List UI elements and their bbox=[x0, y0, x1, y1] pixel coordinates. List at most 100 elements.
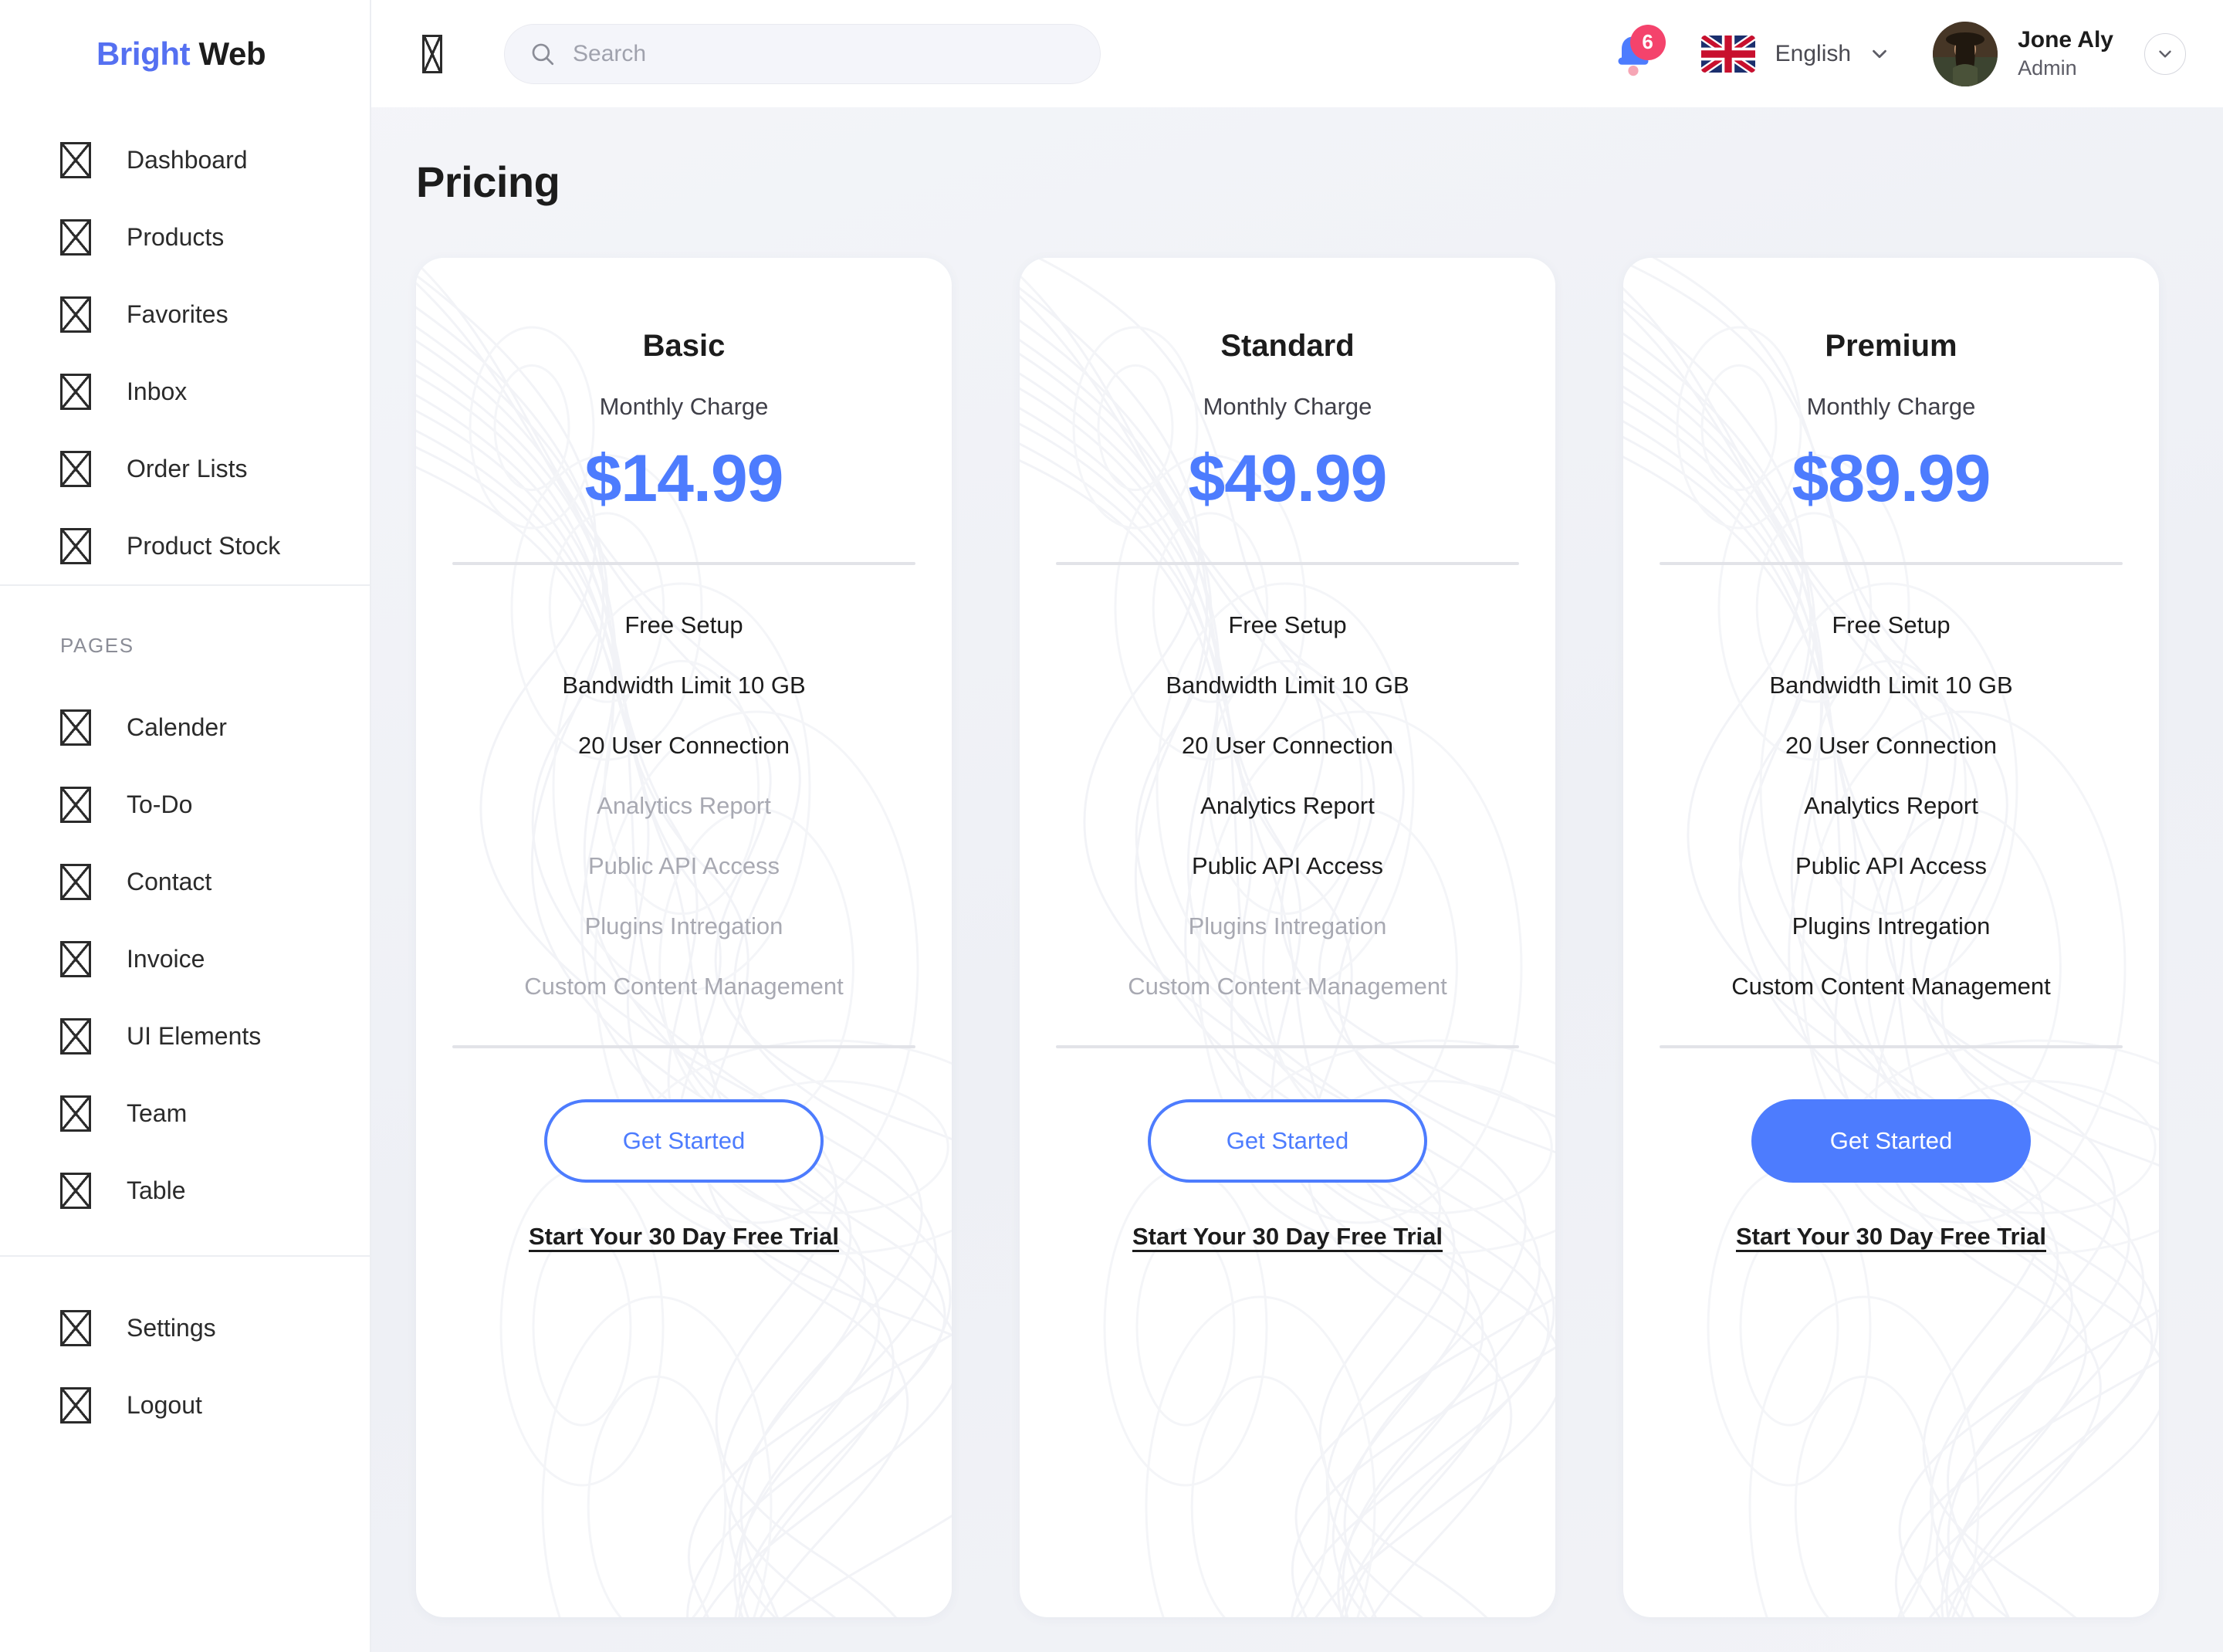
card-divider-top bbox=[452, 562, 915, 565]
get-started-button[interactable]: Get Started bbox=[1751, 1099, 2031, 1183]
free-trial-link[interactable]: Start Your 30 Day Free Trial bbox=[529, 1223, 839, 1251]
missing-glyph-icon bbox=[60, 450, 91, 487]
menu-toggle-icon[interactable] bbox=[422, 34, 442, 73]
sidebar-item-inbox[interactable]: Inbox bbox=[0, 353, 370, 430]
missing-glyph-icon bbox=[60, 786, 91, 823]
plan-feature: Plugins Intregation bbox=[584, 912, 783, 939]
sidebar-item-product-stock[interactable]: Product Stock bbox=[0, 507, 370, 584]
plan-feature: Bandwidth Limit 10 GB bbox=[562, 672, 806, 699]
app-root: Bright Web Dashboard Products Favorites Inb… bbox=[0, 0, 2223, 1652]
sidebar-item-to-do[interactable]: To-Do bbox=[0, 766, 370, 843]
sidebar-pages-nav: Calender To-Do Contact Invoice UI Elements Te… bbox=[0, 689, 370, 1229]
user-role: Admin bbox=[2018, 56, 2077, 80]
plan-price: $49.99 bbox=[1188, 442, 1387, 516]
sidebar-item-order-lists[interactable]: Order Lists bbox=[0, 430, 370, 507]
sidebar-item-label: To-Do bbox=[127, 790, 193, 818]
sidebar: Bright Web Dashboard Products Favorites Inb… bbox=[0, 0, 371, 1652]
uk-flag-icon[interactable] bbox=[1700, 35, 1755, 73]
sidebar-item-label: Inbox bbox=[127, 377, 188, 405]
page-title: Pricing bbox=[416, 157, 560, 206]
plan-feature-list: Free Setup Bandwidth Limit 10 GB 20 User C… bbox=[1020, 602, 1555, 1000]
pricing-cards: Basic Monthly Charge $14.99 Free Setup Ba… bbox=[416, 258, 2223, 1617]
pricing-card-standard: Standard Monthly Charge $49.99 Free Setu… bbox=[1020, 258, 1555, 1617]
sidebar-item-label: Product Stock bbox=[127, 531, 281, 560]
get-started-button[interactable]: Get Started bbox=[544, 1099, 824, 1183]
plan-feature: Analytics Report bbox=[1200, 792, 1375, 819]
sidebar-item-ui-elements[interactable]: UI Elements bbox=[0, 997, 370, 1075]
app-logo[interactable]: Bright Web bbox=[0, 0, 370, 107]
missing-glyph-icon bbox=[60, 709, 91, 746]
card-divider-top bbox=[1056, 562, 1519, 565]
missing-glyph-icon bbox=[60, 1309, 91, 1346]
user-menu-button[interactable] bbox=[2144, 32, 2186, 75]
sidebar-item-label: Products bbox=[127, 222, 225, 251]
sidebar-item-dashboard[interactable]: Dashboard bbox=[0, 121, 370, 198]
page-content: Pricing Basic Monthly Charge $14.99 Free… bbox=[371, 107, 2223, 1617]
plan-feature: 20 User Connection bbox=[578, 732, 790, 759]
topbar-right: 6 English Jone Aly Admin bbox=[1606, 21, 2186, 86]
sidebar-item-table[interactable]: Table bbox=[0, 1152, 370, 1229]
sidebar-item-calender[interactable]: Calender bbox=[0, 689, 370, 766]
missing-glyph-icon bbox=[60, 527, 91, 564]
search-input[interactable] bbox=[573, 40, 1075, 67]
card-divider-bottom bbox=[452, 1045, 915, 1048]
plan-charge-label: Monthly Charge bbox=[599, 393, 769, 420]
search-box[interactable] bbox=[504, 23, 1101, 84]
missing-glyph-icon bbox=[60, 373, 91, 410]
missing-glyph-icon bbox=[60, 1386, 91, 1423]
plan-feature: 20 User Connection bbox=[1182, 732, 1393, 759]
missing-glyph-icon bbox=[60, 1017, 91, 1055]
sidebar-item-settings[interactable]: Settings bbox=[0, 1289, 370, 1366]
topbar: 6 English bbox=[371, 0, 2223, 107]
card-divider-bottom bbox=[1056, 1045, 1519, 1048]
missing-glyph-icon bbox=[60, 1095, 91, 1132]
plan-feature: Analytics Report bbox=[597, 792, 771, 819]
logo-brand-first: Bright bbox=[96, 35, 191, 72]
plan-charge-label: Monthly Charge bbox=[1806, 393, 1976, 420]
plan-feature-list: Free Setup Bandwidth Limit 10 GB 20 User C… bbox=[416, 602, 952, 1000]
missing-glyph-icon bbox=[60, 296, 91, 333]
notifications-button[interactable]: 6 bbox=[1606, 24, 1666, 82]
plan-feature: Bandwidth Limit 10 GB bbox=[1769, 672, 2013, 699]
sidebar-item-contact[interactable]: Contact bbox=[0, 843, 370, 920]
sidebar-item-label: Order Lists bbox=[127, 454, 248, 482]
chevron-down-icon[interactable] bbox=[1868, 42, 1891, 66]
sidebar-item-logout[interactable]: Logout bbox=[0, 1366, 370, 1444]
avatar[interactable] bbox=[1933, 21, 1998, 86]
card-divider-bottom bbox=[1660, 1045, 2123, 1048]
pricing-card-premium: Premium Monthly Charge $89.99 Free Setup… bbox=[1623, 258, 2159, 1617]
pricing-card-basic: Basic Monthly Charge $14.99 Free Setup Ba… bbox=[416, 258, 952, 1617]
search-icon bbox=[532, 43, 554, 65]
sidebar-footer-nav: Settings Logout bbox=[0, 1289, 370, 1444]
sidebar-main-nav: Dashboard Products Favorites Inbox Order Lis… bbox=[0, 107, 370, 584]
plan-name: Premium bbox=[1825, 329, 1957, 363]
plan-price: $14.99 bbox=[584, 442, 783, 516]
sidebar-item-label: Team bbox=[127, 1099, 188, 1127]
free-trial-link[interactable]: Start Your 30 Day Free Trial bbox=[1736, 1223, 2046, 1251]
sidebar-item-label: Invoice bbox=[127, 944, 205, 973]
sidebar-item-label: Favorites bbox=[127, 300, 228, 328]
missing-glyph-icon bbox=[60, 1172, 91, 1209]
plan-feature: Custom Content Management bbox=[1128, 973, 1447, 1000]
free-trial-link[interactable]: Start Your 30 Day Free Trial bbox=[1132, 1223, 1443, 1251]
plan-feature: Plugins Intregation bbox=[1188, 912, 1387, 939]
language-label[interactable]: English bbox=[1775, 41, 1851, 67]
get-started-button[interactable]: Get Started bbox=[1148, 1099, 1427, 1183]
sidebar-item-favorites[interactable]: Favorites bbox=[0, 276, 370, 353]
plan-feature-list: Free Setup Bandwidth Limit 10 GB 20 User C… bbox=[1623, 602, 2159, 1000]
sidebar-item-invoice[interactable]: Invoice bbox=[0, 920, 370, 997]
plan-feature: Public API Access bbox=[1191, 852, 1384, 879]
chevron-down-icon bbox=[2159, 50, 2171, 57]
sidebar-item-team[interactable]: Team bbox=[0, 1075, 370, 1152]
plan-name: Basic bbox=[642, 329, 726, 363]
plan-name: Standard bbox=[1220, 329, 1355, 363]
sidebar-item-label: Settings bbox=[127, 1313, 216, 1342]
plan-feature: Public API Access bbox=[1795, 852, 1988, 879]
sidebar-item-label: UI Elements bbox=[127, 1021, 262, 1050]
sidebar-item-products[interactable]: Products bbox=[0, 198, 370, 276]
plan-charge-label: Monthly Charge bbox=[1203, 393, 1372, 420]
user-meta: Jone Aly Admin bbox=[2018, 25, 2113, 83]
sidebar-item-label: Dashboard bbox=[127, 145, 248, 174]
plan-feature: Custom Content Management bbox=[524, 973, 844, 1000]
